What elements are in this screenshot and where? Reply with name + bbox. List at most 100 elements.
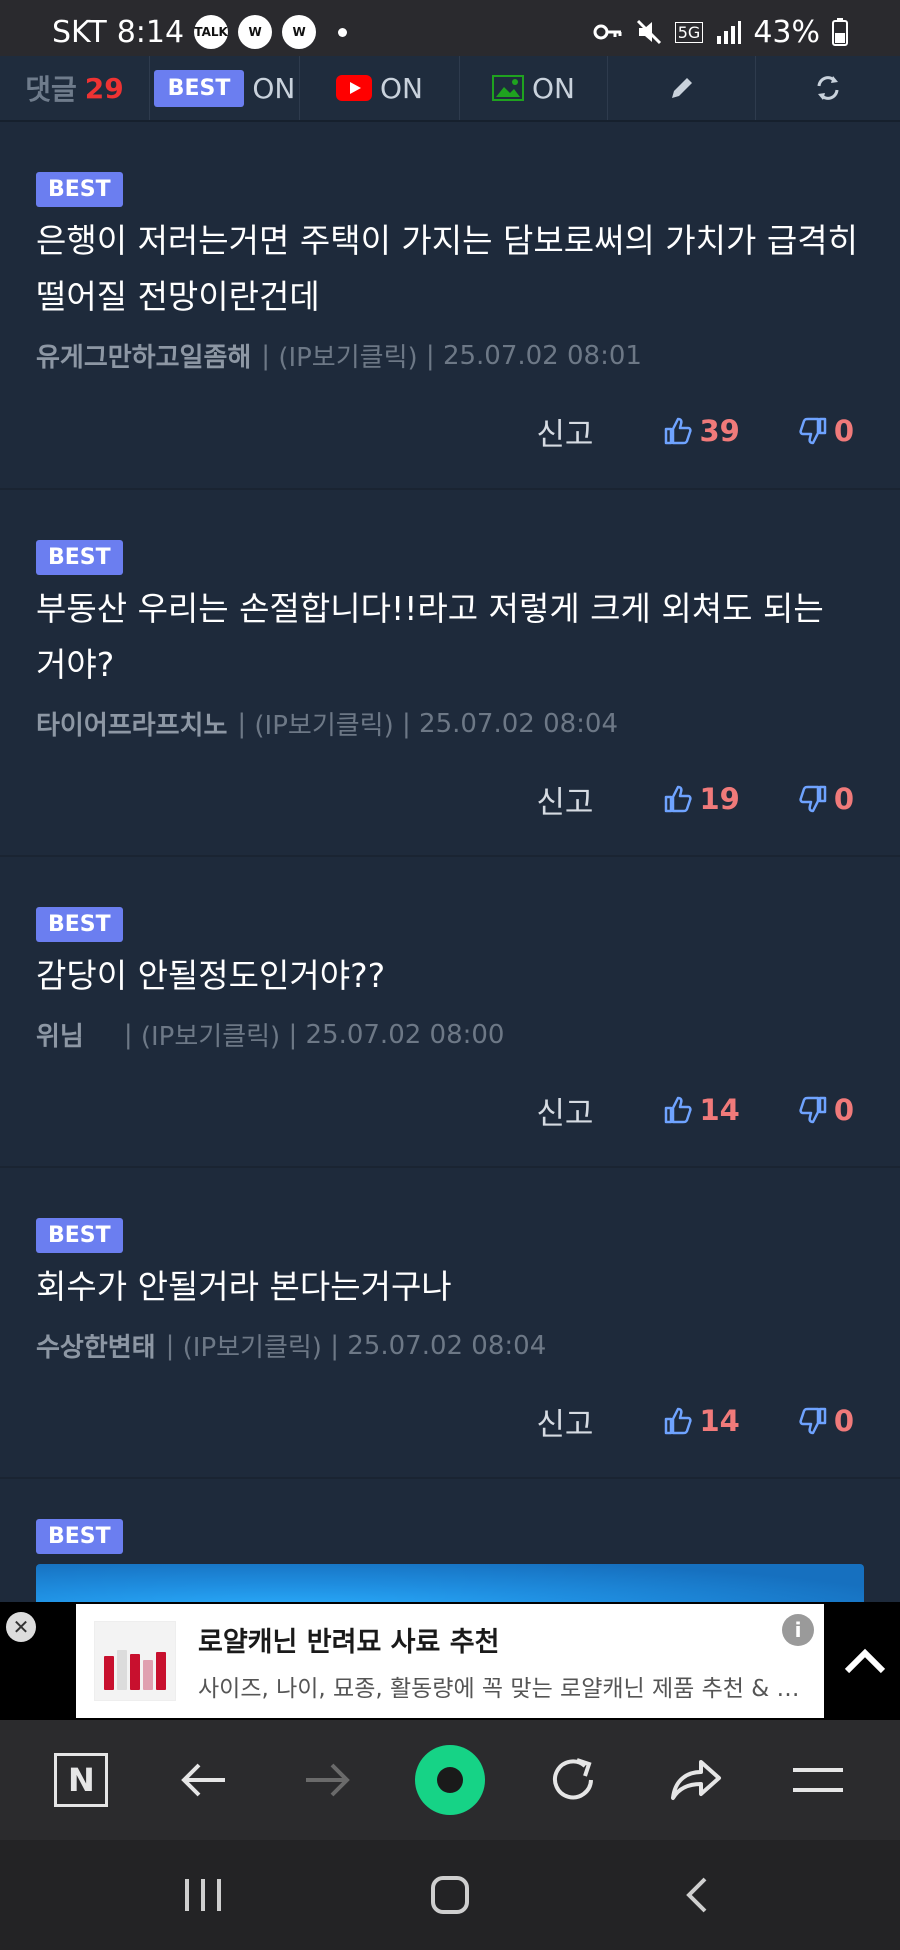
green-dot-button[interactable] xyxy=(410,1740,490,1820)
comment-author[interactable]: 위님 xyxy=(36,1016,84,1053)
comment-timestamp: 25.07.02 08:04 xyxy=(419,708,619,739)
thumbs-down-icon xyxy=(799,1407,827,1435)
dislike-count: 0 xyxy=(833,782,854,816)
system-back-button[interactable] xyxy=(657,1855,737,1935)
like-count: 19 xyxy=(699,782,740,816)
back-button[interactable] xyxy=(164,1740,244,1820)
dislike-button[interactable]: 0 xyxy=(798,414,854,448)
thumbs-up-icon xyxy=(665,417,693,445)
like-button[interactable]: 14 xyxy=(663,1093,740,1127)
separator: | xyxy=(321,1330,348,1361)
recent-apps-button[interactable] xyxy=(163,1855,243,1935)
recent-apps-icon xyxy=(185,1879,222,1911)
thumbs-down-icon xyxy=(799,785,827,813)
best-badge: BEST xyxy=(36,540,123,575)
scroll-to-top-button[interactable] xyxy=(830,1602,900,1720)
ad-thumbnail xyxy=(94,1621,176,1701)
mute-icon xyxy=(636,19,661,45)
report-button[interactable]: 신고 xyxy=(536,409,593,454)
key-icon xyxy=(593,24,622,40)
comment-timestamp: 25.07.02 08:01 xyxy=(442,340,642,371)
comment-toolbar: 댓글 29 BEST ON ON ON xyxy=(0,56,900,122)
report-button[interactable]: 신고 xyxy=(536,777,593,822)
info-icon[interactable]: i xyxy=(782,1614,814,1646)
ad-banner: ✕ 로얄캐닌 반려묘 사료 추천 사이즈, 나이, 묘종, 활동량에 꼭 맞는 … xyxy=(0,1602,900,1720)
dislike-button[interactable]: 0 xyxy=(798,1404,854,1438)
share-button[interactable] xyxy=(656,1740,736,1820)
youtube-toggle[interactable]: ON xyxy=(300,56,460,120)
thumbs-up-icon xyxy=(665,785,693,813)
home-icon xyxy=(430,1876,469,1914)
comment-meta: 타이어프라프치노 | (IP보기클릭) | 25.07.02 08:04 xyxy=(36,705,864,742)
menu-button[interactable] xyxy=(778,1740,858,1820)
clock: 8:14 xyxy=(116,14,185,50)
ip-view-link[interactable]: (IP보기클릭) xyxy=(141,1016,280,1053)
reload-icon xyxy=(552,1758,593,1800)
dislike-button[interactable]: 0 xyxy=(798,1093,854,1127)
ip-view-link[interactable]: (IP보기클릭) xyxy=(278,337,417,374)
comment-item: BEST 회수가 안될거라 본다는거구나 수상한변태 | (IP보기클릭) | … xyxy=(0,1168,900,1479)
forward-button[interactable] xyxy=(287,1740,367,1820)
like-button[interactable]: 19 xyxy=(663,782,740,816)
report-button[interactable]: 신고 xyxy=(536,1399,593,1444)
youtube-toggle-state: ON xyxy=(380,71,423,105)
ip-view-link[interactable]: (IP보기클릭) xyxy=(183,1327,322,1364)
separator: | xyxy=(123,1019,141,1050)
best-badge: BEST xyxy=(36,1519,123,1554)
best-badge: BEST xyxy=(36,1218,123,1253)
thumbs-down-icon xyxy=(799,417,827,445)
comment-text: 회수가 안될거라 본다는거구나 xyxy=(36,1267,452,1306)
dislike-button[interactable]: 0 xyxy=(798,782,854,816)
report-button[interactable]: 신고 xyxy=(536,1088,593,1133)
ad-close-button[interactable]: ✕ xyxy=(6,1612,36,1642)
write-comment-button[interactable] xyxy=(608,56,756,120)
ad-card[interactable]: 로얄캐닌 반려묘 사료 추천 사이즈, 나이, 묘종, 활동량에 꼭 맞는 로얄… xyxy=(76,1604,824,1718)
naver-home-button[interactable]: N xyxy=(41,1740,121,1820)
w-app-icon-2: W xyxy=(282,15,317,49)
like-button[interactable]: 14 xyxy=(663,1404,740,1438)
refresh-icon xyxy=(817,76,839,100)
chevron-up-icon xyxy=(844,1648,886,1674)
comment-text: 부동산 우리는 손절합니다!!라고 저렇게 크게 외쳐도 되는 거야? xyxy=(36,589,824,684)
separator: | xyxy=(261,340,279,371)
comment-actions: 신고 39 0 xyxy=(36,374,864,498)
dislike-count: 0 xyxy=(833,1093,854,1127)
comment-list: BEST 은행이 저러는거면 주택이 가지는 담보로써의 가치가 급격히 떨어질… xyxy=(0,122,900,1637)
best-badge: BEST xyxy=(36,172,123,207)
separator: | xyxy=(165,1330,183,1361)
comment-actions: 신고 14 0 xyxy=(36,1053,864,1177)
w-app-icon: W xyxy=(238,15,273,49)
image-toggle-state: ON xyxy=(532,71,575,105)
comment-meta: 위님 | (IP보기클릭) | 25.07.02 08:00 xyxy=(36,1016,864,1053)
image-toggle[interactable]: ON xyxy=(460,56,608,120)
ad-title: 로얄캐닌 반려묘 사료 추천 xyxy=(198,1626,500,1658)
comment-item: BEST 부동산 우리는 손절합니다!!라고 저렇게 크게 외쳐도 되는 거야?… xyxy=(0,490,900,857)
best-badge: BEST xyxy=(36,907,123,942)
comment-actions: 신고 14 0 xyxy=(36,1364,864,1488)
battery-label: 43% xyxy=(753,14,820,50)
like-button[interactable]: 39 xyxy=(663,414,740,448)
home-button[interactable] xyxy=(410,1855,490,1935)
comment-author[interactable]: 유게그만하고일좀해 xyxy=(36,337,251,374)
comment-actions: 신고 19 0 xyxy=(36,742,864,866)
thumbs-up-icon xyxy=(665,1407,693,1435)
thumbs-down-icon xyxy=(799,1096,827,1124)
comment-text: 감당이 안될정도인거야?? xyxy=(36,956,386,995)
like-count: 39 xyxy=(699,414,740,448)
separator: | xyxy=(417,340,443,371)
like-count: 14 xyxy=(699,1404,740,1438)
ip-view-link[interactable]: (IP보기클릭) xyxy=(254,705,393,742)
dislike-count: 0 xyxy=(833,1404,854,1438)
best-toggle[interactable]: BEST ON xyxy=(150,56,300,120)
refresh-comments-button[interactable] xyxy=(756,56,900,120)
comment-meta: 유게그만하고일좀해 | (IP보기클릭) | 25.07.02 08:01 xyxy=(36,337,864,374)
best-toggle-state: ON xyxy=(252,71,296,105)
comment-timestamp: 25.07.02 08:00 xyxy=(305,1019,505,1050)
comment-meta: 수상한변태 | (IP보기클릭) | 25.07.02 08:04 xyxy=(36,1327,864,1364)
battery-icon xyxy=(832,18,848,46)
kakaotalk-icon: TALK xyxy=(194,15,229,49)
comment-author[interactable]: 타이어프라프치노 xyxy=(36,705,227,742)
comment-item: BEST 감당이 안될정도인거야?? 위님 | (IP보기클릭) | 25.07… xyxy=(0,857,900,1168)
reload-button[interactable] xyxy=(533,1740,613,1820)
comment-author[interactable]: 수상한변태 xyxy=(36,1327,156,1364)
